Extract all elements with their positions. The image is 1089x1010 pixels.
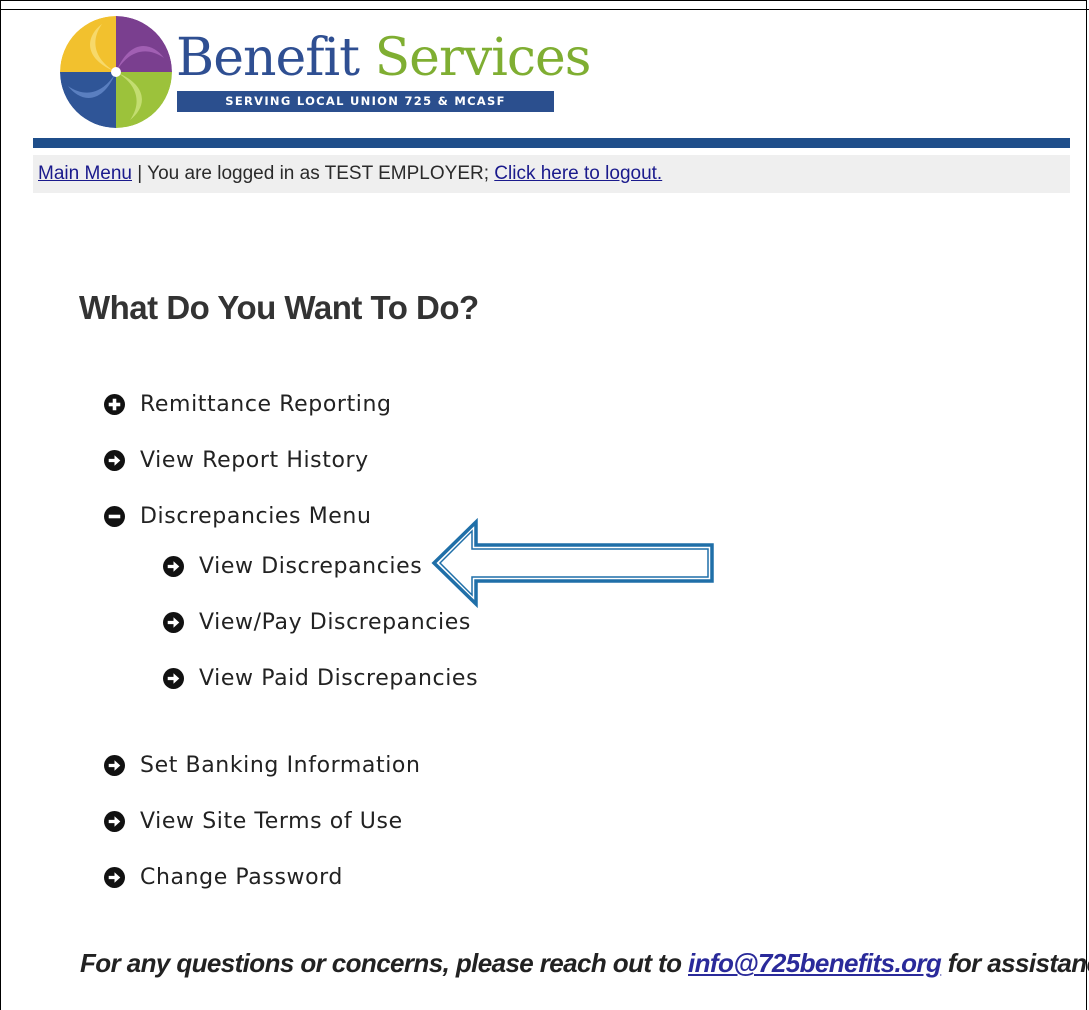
menu-item-label: View/Pay Discrepancies — [199, 610, 471, 635]
arrow-circle-right-icon — [104, 867, 125, 888]
contact-footer: For any questions or concerns, please re… — [80, 948, 1089, 979]
menu-item-discrepancies-menu[interactable]: Discrepancies Menu — [104, 504, 372, 529]
footer-text: For any questions or concerns, please re… — [80, 948, 689, 978]
logo-title-benefit: Benefit — [176, 28, 360, 88]
menu-item-label: Discrepancies Menu — [140, 504, 372, 529]
footer-text-end: for assistance. — [947, 948, 1089, 978]
logo-title: Benefit Services — [176, 28, 592, 88]
menu-item-label: Set Banking Information — [140, 753, 421, 778]
frame-top-border — [0, 9, 1089, 10]
logout-link[interactable]: Click here to logout. — [494, 163, 662, 184]
arrow-circle-right-icon — [104, 450, 125, 471]
menu-item-label: View Paid Discrepancies — [199, 666, 479, 691]
menu-item-change-password[interactable]: Change Password — [104, 865, 343, 890]
pinwheel-logo-icon — [60, 16, 172, 128]
menu-item-label: View Report History — [140, 448, 369, 473]
site-logo[interactable]: Benefit Services SERVING LOCAL UNION 725… — [58, 14, 591, 130]
menu-item-set-banking-information[interactable]: Set Banking Information — [104, 753, 421, 778]
arrow-circle-right-icon — [104, 755, 125, 776]
logo-title-services: Services — [374, 28, 592, 88]
menu-item-view-report-history[interactable]: View Report History — [104, 448, 369, 473]
arrow-circle-right-icon — [104, 811, 125, 832]
logged-in-text: You are logged in as TEST EMPLOYER; — [147, 163, 495, 184]
plus-circle-icon — [104, 394, 125, 415]
menu-item-label: Remittance Reporting — [140, 392, 392, 417]
logo-subtitle: SERVING LOCAL UNION 725 & MCASF — [177, 91, 554, 112]
nav-separator: | — [132, 163, 148, 184]
arrow-circle-right-icon — [163, 612, 184, 633]
callout-arrow-icon — [431, 518, 714, 608]
main-menu-link[interactable]: Main Menu — [38, 163, 132, 184]
arrow-circle-right-icon — [163, 668, 184, 689]
menu-item-label: Change Password — [140, 865, 343, 890]
arrow-circle-right-icon — [163, 556, 184, 577]
menu-item-label: View Site Terms of Use — [140, 809, 403, 834]
submenu-item-view-discrepancies[interactable]: View Discrepancies — [163, 554, 422, 579]
user-status-bar: Main Menu | You are logged in as TEST EM… — [33, 155, 1070, 193]
header-divider-bar — [33, 138, 1070, 148]
support-email-link[interactable]: info@725benefits.org — [688, 948, 942, 978]
submenu-item-view-pay-discrepancies[interactable]: View/Pay Discrepancies — [163, 610, 471, 635]
menu-item-label: View Discrepancies — [199, 554, 423, 579]
minus-circle-icon — [104, 506, 125, 527]
submenu-item-view-paid-discrepancies[interactable]: View Paid Discrepancies — [163, 666, 478, 691]
menu-item-view-site-terms[interactable]: View Site Terms of Use — [104, 809, 403, 834]
page-title: What Do You Want To Do? — [79, 289, 479, 326]
menu-item-remittance-reporting[interactable]: Remittance Reporting — [104, 392, 392, 417]
